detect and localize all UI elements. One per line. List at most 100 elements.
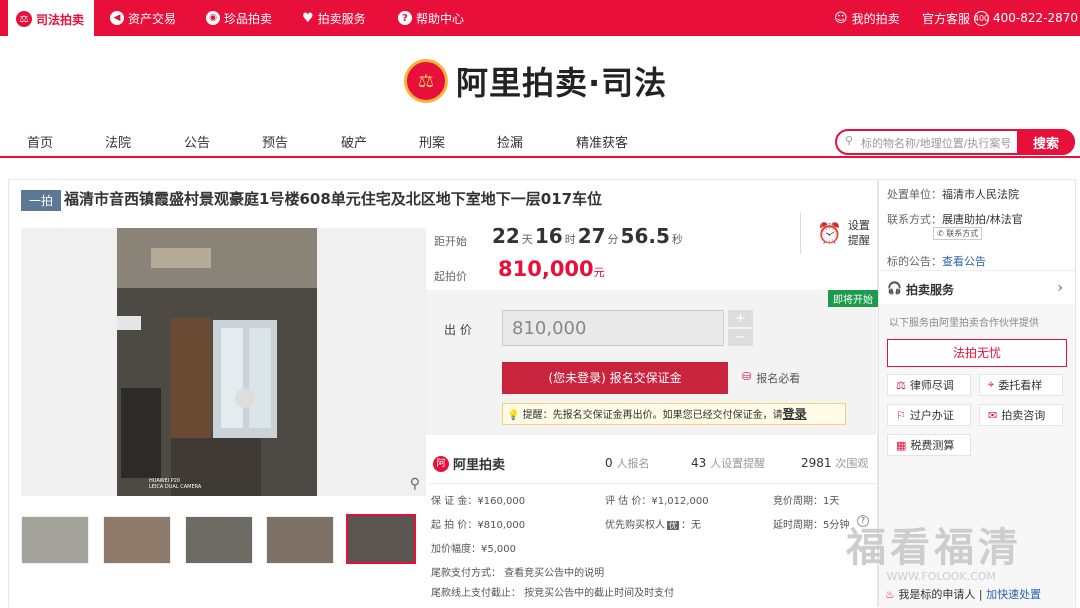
service-view[interactable]: ⌖ 委托看样 <box>979 374 1063 396</box>
registered-count: 0 人报名 <box>605 456 650 470</box>
applicant-icon: ♨ <box>885 588 895 601</box>
my-auction-link[interactable]: ☺ 我的拍卖 <box>834 0 900 36</box>
priority-badge-icon: 优 <box>667 521 679 530</box>
worry-free-button[interactable]: 法拍无忧 <box>887 339 1067 367</box>
service-tax[interactable]: ▦ 税费测算 <box>887 434 971 456</box>
login-tip: 💡 提醒：先报名交保证金再出价。如果您已经交付保证金，请登录 <box>502 403 846 425</box>
start-price: 810,000元 <box>498 257 605 281</box>
payment-deadline: 尾款线上支付截止： 按竞买公告中的截止时间及时支付 <box>431 588 675 599</box>
starting-soon-badge: 即将开始 <box>828 290 878 307</box>
service-header[interactable]: 🎧 拍卖服务 <box>887 281 954 298</box>
nav-item-bargain[interactable]: 捡漏 <box>497 132 523 151</box>
phone-icon: 400 <box>974 10 989 26</box>
service-consult[interactable]: ✉ 拍卖咨询 <box>979 404 1063 426</box>
item-panel: 一拍 福清市音西镇霞盛村景观豪庭1号楼608单元住宅及北区地下室地下一层017车… <box>8 179 878 607</box>
user-icon: ☺ <box>834 10 848 26</box>
start-price-label: 起拍价 <box>434 270 467 283</box>
delay-help-icon[interactable]: ? <box>857 515 869 527</box>
bid-label: 出 价 <box>444 323 472 337</box>
start-price-value: 起 拍 价：¥810,000 <box>431 520 526 531</box>
zoom-icon[interactable]: ⚲ <box>410 476 420 492</box>
service-lawyer[interactable]: ⚖ 律师尽调 <box>887 374 971 396</box>
search-icon: ⚲ <box>845 134 854 147</box>
item-title: 福清市音西镇霞盛村景观豪庭1号楼608单元住宅及北区地下室地下一层017车位 <box>64 190 603 208</box>
transfer-icon: ⚐ <box>896 408 906 422</box>
thumbnail-3[interactable] <box>185 516 253 564</box>
alarm-clock-icon: ⏰ <box>817 221 842 245</box>
asset-icon: ◀ <box>110 11 124 25</box>
thumbnail-5[interactable] <box>346 514 416 564</box>
service-desc: 以下服务由阿里拍卖合作伙伴提供 <box>889 318 1039 329</box>
expedite-link[interactable]: 加快速处置 <box>986 588 1041 601</box>
bid-box: 即将开始 出 价 810,000 + − (您未登录) 报名交保证金 ⛁ 报名必看… <box>426 290 878 435</box>
headset-icon: 🎧 <box>887 281 902 295</box>
nav-item-home[interactable]: 首页 <box>27 132 53 151</box>
register-deposit-button[interactable]: (您未登录) 报名交保证金 <box>502 362 728 394</box>
delay-value: 延时周期：5分钟 <box>773 520 850 531</box>
phone-small-icon: ✆ <box>937 229 944 238</box>
tab-treasure-auction[interactable]: ◉ 珍品拍卖 <box>206 0 272 36</box>
service-transfer[interactable]: ⚐ 过户办证 <box>887 404 971 426</box>
right-sidebar: 处置单位：福清市人民法院 联系方式：展唐助拍/林法官 ✆ 联系方式 标的公告：查… <box>878 179 1076 608</box>
deposit-value: 保 证 金：¥160,000 <box>431 496 526 507</box>
increase-bid-button[interactable]: + <box>728 310 753 327</box>
treasure-icon: ◉ <box>206 11 220 25</box>
alipai-logo: 阿 阿里拍卖 <box>433 454 505 473</box>
must-read-link[interactable]: ⛁ 报名必看 <box>742 370 800 386</box>
bid-input[interactable]: 810,000 <box>502 310 724 346</box>
heart-icon: ♥ <box>302 10 314 26</box>
nav-item-precision[interactable]: 精准获客 <box>576 132 628 151</box>
payment-method: 尾款支付方式： 查看竞买公告中的说明 <box>431 568 605 579</box>
tab-judicial-auction[interactable]: ⚖ 司法拍卖 <box>8 0 94 38</box>
countdown-label: 距开始 <box>434 235 467 248</box>
bulb-icon: 💡 <box>507 410 520 421</box>
view-notice-link[interactable]: 查看公告 <box>942 255 986 268</box>
applicant-row: ♨ 我是标的申请人 | 加快速处置 <box>885 588 1042 601</box>
priority-value: 优先购买权人优：无 <box>605 520 701 531</box>
tab-asset-trade[interactable]: ◀ 资产交易 <box>110 0 176 36</box>
login-link[interactable]: 登录 <box>783 407 807 421</box>
contact-button[interactable]: ✆ 联系方式 <box>933 227 983 240</box>
customer-service-link[interactable]: 官方客服 400 400-822-2870 <box>922 0 1078 36</box>
decrease-bid-button[interactable]: − <box>728 329 753 346</box>
chat-icon: ✉ <box>988 408 998 422</box>
tab-auction-service[interactable]: ♥ 拍卖服务 <box>302 0 366 36</box>
reminder-count: 43 人设置提醒 <box>691 456 766 470</box>
search-input[interactable]: 标的物名称/地理位置/执行案号 <box>861 135 1011 151</box>
lawyer-icon: ⚖ <box>896 378 906 392</box>
tab-help-center[interactable]: ? 帮助中心 <box>398 0 464 36</box>
photo-brand-label: HUAWEI P20 LEICA DUAL CAMERA <box>149 478 202 490</box>
nav-item-preview[interactable]: 预告 <box>262 132 288 151</box>
thumbnail-1[interactable] <box>21 516 89 564</box>
appraisal-value: 评 估 价：¥1,012,000 <box>605 496 709 507</box>
search-button[interactable]: 搜索 <box>1017 129 1075 155</box>
gavel-icon: ⚖ <box>16 11 32 27</box>
period-value: 竞价周期：1天 <box>773 496 840 507</box>
chevron-right-icon[interactable]: › <box>1057 280 1063 296</box>
thumbnail-2[interactable] <box>103 516 171 564</box>
contact-row: 联系方式：展唐助拍/林法官 <box>887 213 1023 226</box>
coins-icon: ⛁ <box>742 370 752 383</box>
reminder-button[interactable]: ⏰ 设置提醒 <box>800 212 872 254</box>
round-badge: 一拍 <box>21 190 62 211</box>
location-icon: ⌖ <box>988 378 995 391</box>
notice-row: 标的公告：查看公告 <box>887 255 986 268</box>
nav-item-notice[interactable]: 公告 <box>184 132 210 151</box>
nav-item-bankruptcy[interactable]: 破产 <box>341 132 367 151</box>
calculator-icon: ▦ <box>896 438 907 452</box>
stats-bar: 阿 阿里拍卖 0 人报名 43 人设置提醒 2981 次围观 <box>429 448 878 484</box>
main-photo[interactable]: HUAWEI P20 LEICA DUAL CAMERA ⚲ <box>21 228 426 496</box>
court-row: 处置单位：福清市人民法院 <box>887 188 1019 201</box>
search-box: ⚲ 标的物名称/地理位置/执行案号 搜索 <box>835 129 1075 155</box>
brand-logo[interactable]: ⚖ 阿里拍卖·司法 <box>404 58 667 104</box>
alipai-logo-icon: 阿 <box>433 455 449 472</box>
thumbnail-4[interactable] <box>266 516 334 564</box>
help-icon: ? <box>398 11 412 25</box>
nav-item-criminal[interactable]: 刑案 <box>419 132 445 151</box>
nav-item-court[interactable]: 法院 <box>105 132 131 151</box>
court-seal-icon: ⚖ <box>404 59 448 103</box>
top-bar: ⚖ 司法拍卖 ◀ 资产交易 ◉ 珍品拍卖 ♥ 拍卖服务 ? 帮助中心 ☺ 我的拍… <box>0 0 1080 38</box>
room-photo-image <box>21 228 426 496</box>
increment-value: 加价幅度：¥5,000 <box>431 544 516 555</box>
view-count: 2981 次围观 <box>801 456 869 470</box>
